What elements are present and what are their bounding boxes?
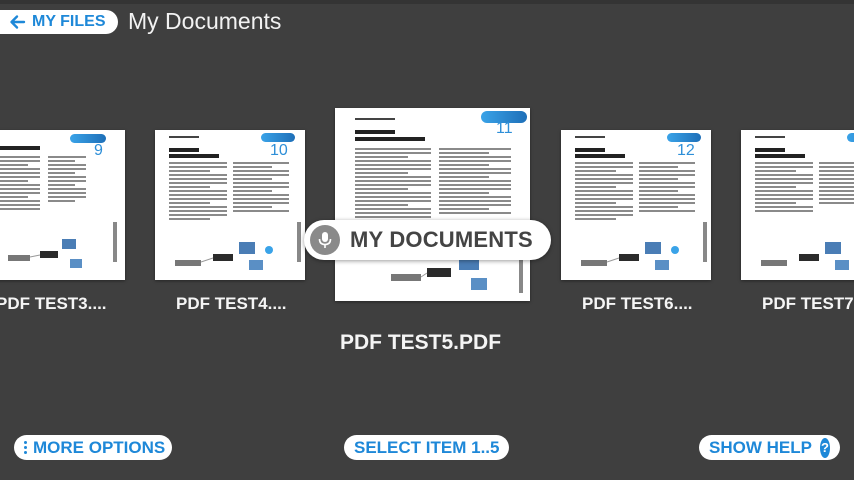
document-name-selected: PDF TEST5.PDF xyxy=(340,331,502,354)
document-name: PDF TEST4.... xyxy=(176,294,287,313)
more-vertical-icon xyxy=(24,440,27,455)
page-number: 11 xyxy=(496,120,513,137)
more-options-button[interactable]: MORE OPTIONS xyxy=(14,435,172,460)
show-help-button[interactable]: SHOW HELP ? xyxy=(699,435,840,460)
document-name: PDF TEST3.... xyxy=(0,294,107,313)
document-card-11[interactable]: 11 xyxy=(335,108,530,301)
document-name: PDF TEST7 xyxy=(762,294,854,313)
microphone-icon xyxy=(310,225,340,255)
select-item-label: SELECT ITEM 1..5 xyxy=(354,437,500,457)
select-item-button[interactable]: SELECT ITEM 1..5 xyxy=(344,435,509,460)
voice-command-overlay: MY DOCUMENTS xyxy=(304,220,551,260)
document-card-9[interactable]: 9 xyxy=(0,130,125,280)
system-diagram-image xyxy=(761,242,849,270)
logo-icon xyxy=(667,133,701,142)
page-number: 10 xyxy=(270,142,288,159)
more-options-label: MORE OPTIONS xyxy=(33,437,166,457)
system-diagram-image xyxy=(581,242,679,270)
top-strip xyxy=(0,0,854,4)
document-card-12[interactable]: 12 xyxy=(561,130,711,280)
page-title: My Documents xyxy=(128,8,282,34)
help-icon: ? xyxy=(819,437,830,458)
back-to-my-files-button[interactable]: MY FILES xyxy=(0,10,118,34)
voice-overlay-label: MY DOCUMENTS xyxy=(350,227,533,252)
show-help-label: SHOW HELP xyxy=(709,437,812,457)
back-button-label: MY FILES xyxy=(32,13,106,30)
page-number: 12 xyxy=(677,142,695,159)
system-diagram-image xyxy=(175,242,273,270)
logo-icon xyxy=(847,133,854,142)
arrow-left-icon xyxy=(8,13,26,31)
page-number: 9 xyxy=(94,142,103,159)
system-diagram-image xyxy=(8,239,82,268)
document-card-10[interactable]: 10 xyxy=(155,130,305,280)
document-card-13[interactable] xyxy=(741,130,854,280)
logo-icon xyxy=(261,133,295,142)
document-name: PDF TEST6.... xyxy=(582,294,693,313)
